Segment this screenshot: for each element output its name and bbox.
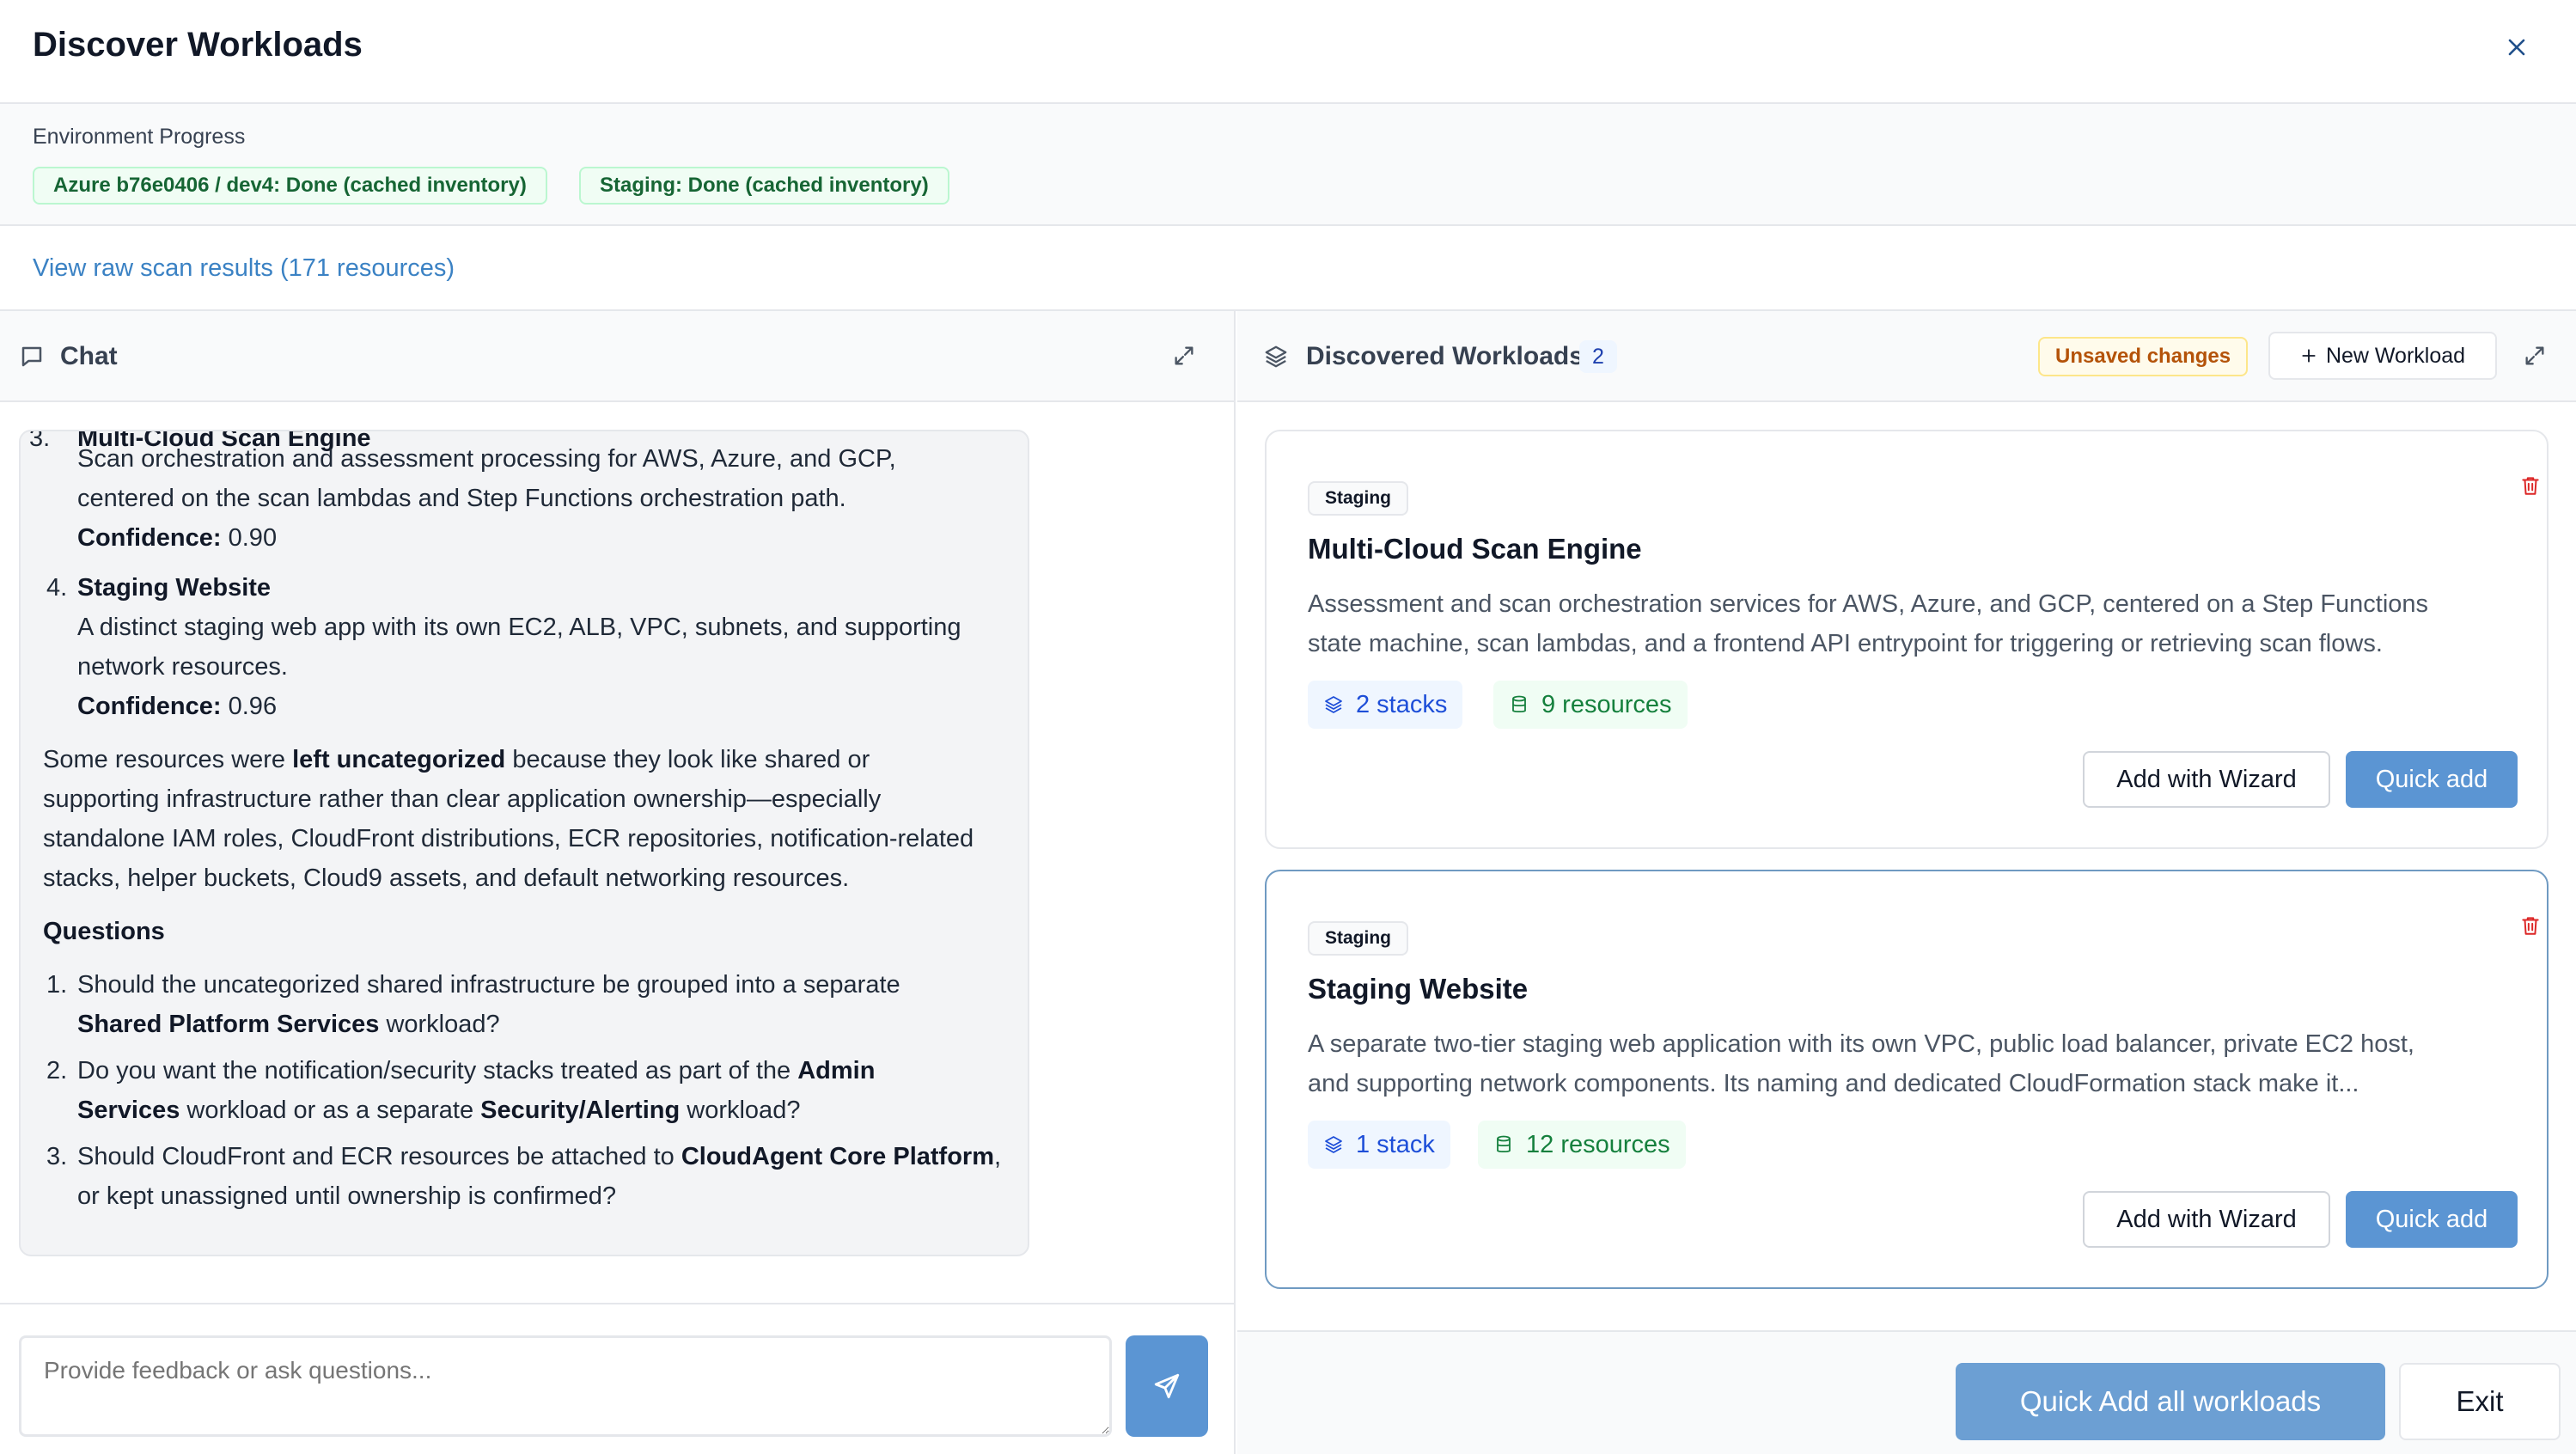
quick-add-button[interactable]: Quick add — [2346, 1191, 2518, 1248]
environment-status-pill: Azure b76e0406 / dev4: Done (cached inve… — [33, 167, 547, 205]
expand-icon[interactable] — [2523, 344, 2547, 368]
chat-panel-title: Chat — [60, 342, 118, 370]
list-number: 4. — [46, 574, 68, 602]
workload-description: Assessment and scan orchestration servic… — [1308, 590, 2429, 657]
stack-icon — [1325, 1136, 1342, 1153]
confidence-line: Confidence: 0.96 — [77, 693, 277, 721]
new-workload-label: New Workload — [2325, 343, 2466, 368]
confidence-value: 0.90 — [228, 524, 278, 552]
new-workload-button[interactable]: New Workload — [2268, 332, 2497, 380]
database-icon — [1512, 695, 1526, 713]
message-text: centered on the scan lambdas and Step Fu… — [77, 485, 846, 512]
add-with-wizard-button[interactable]: Add with Wizard — [2083, 751, 2330, 808]
assistant-message: 3. Multi-Cloud Scan Engine Scan orchestr… — [19, 430, 1029, 1256]
list-number: 1. — [46, 971, 68, 999]
stacks-chip: 1 stack — [1308, 1121, 1450, 1169]
workloads-panel-title: Discovered Workloads — [1306, 342, 1584, 370]
stack-icon — [1325, 696, 1342, 713]
add-with-wizard-button[interactable]: Add with Wizard — [2083, 1191, 2330, 1248]
close-button[interactable] — [2500, 31, 2533, 64]
layers-icon — [1265, 345, 1287, 368]
environment-tag: Staging — [1308, 921, 1408, 956]
workload-card[interactable]: Staging Staging Website A separate two-t… — [1265, 870, 2549, 1289]
confidence-label: Confidence: — [77, 693, 222, 720]
confidence-value: 0.96 — [228, 693, 278, 720]
confidence-line: Confidence: 0.90 — [77, 524, 277, 553]
list-number: 3. — [46, 1143, 68, 1170]
environment-progress: Environment Progress Azure b76e0406 / de… — [0, 104, 2576, 226]
message-text: supporting infrastructure rather than cl… — [43, 785, 882, 813]
environment-status-pill: Staging: Done (cached inventory) — [579, 167, 949, 205]
questions-heading: Questions — [43, 918, 165, 945]
workload-count-badge: 2 — [1579, 340, 1617, 373]
send-button[interactable] — [1126, 1335, 1208, 1437]
send-icon — [1154, 1373, 1180, 1399]
resources-chip: 9 resources — [1493, 681, 1688, 729]
message-text: standalone IAM roles, CloudFront distrib… — [43, 825, 974, 852]
confidence-label: Confidence: — [77, 524, 222, 552]
workload-title: Multi-Cloud Scan Engine — [1308, 533, 1642, 565]
message-text: Should CloudFront and ECR resources be a… — [77, 1143, 1002, 1170]
workloads-panel-header: Discovered Workloads 2 Unsaved changes N… — [1237, 311, 2576, 402]
chat-panel: Chat 3. Multi-Cloud Scan Engine Scan orc… — [0, 311, 1236, 1454]
plus-icon — [2302, 349, 2316, 363]
dialog-title: Discover Workloads — [33, 26, 363, 64]
chat-bubble-icon — [21, 346, 42, 367]
view-raw-scan-results-link[interactable]: View raw scan results (171 resources) — [33, 254, 455, 283]
quick-add-all-button[interactable]: Quick Add all workloads — [1956, 1363, 2385, 1440]
message-text: Should the uncategorized shared infrastr… — [77, 971, 900, 999]
message-text: Some resources were left uncategorized b… — [43, 746, 870, 773]
message-text: Do you want the notification/security st… — [77, 1057, 876, 1084]
exit-button[interactable]: Exit — [2399, 1363, 2561, 1440]
trash-icon[interactable] — [2519, 474, 2542, 497]
workload-title: Staging Website — [1308, 973, 1529, 1005]
environment-progress-label: Environment Progress — [33, 125, 246, 149]
message-text: or kept unassigned until ownership is co… — [77, 1182, 617, 1210]
chat-input-area — [0, 1303, 1234, 1454]
message-text: Scan orchestration and assessment proces… — [77, 445, 896, 473]
stacks-chip: 2 stacks — [1308, 681, 1463, 729]
message-text: Services workload or as a separate Secur… — [77, 1097, 801, 1124]
resources-chip: 12 resources — [1478, 1121, 1686, 1169]
environment-tag: Staging — [1308, 481, 1408, 516]
quick-add-button[interactable]: Quick add — [2346, 751, 2518, 808]
workloads-footer: Quick Add all workloads Exit — [1237, 1330, 2576, 1454]
list-number: 3. — [29, 430, 51, 452]
workloads-panel: Discovered Workloads 2 Unsaved changes N… — [1237, 311, 2576, 1454]
workload-name: Staging Website — [77, 574, 272, 602]
message-text: network resources. — [77, 653, 288, 681]
message-text: stacks, helper buckets, Cloud9 assets, a… — [43, 864, 850, 892]
chat-input[interactable] — [19, 1335, 1112, 1437]
workload-description: A separate two-tier staging web applicat… — [1308, 1030, 2414, 1097]
expand-icon[interactable] — [1172, 344, 1196, 368]
database-icon — [1497, 1135, 1511, 1153]
message-text: Shared Platform Services workload? — [77, 1011, 500, 1038]
dialog-header: Discover Workloads — [0, 0, 2576, 104]
list-number: 2. — [46, 1057, 68, 1084]
message-text: A distinct staging web app with its own … — [77, 614, 961, 641]
trash-icon[interactable] — [2519, 914, 2542, 937]
chat-panel-header: Chat — [0, 311, 1234, 402]
unsaved-changes-badge: Unsaved changes — [2038, 337, 2249, 376]
close-icon — [2508, 39, 2525, 56]
workload-card[interactable]: Staging Multi-Cloud Scan Engine Assessme… — [1265, 430, 2549, 849]
